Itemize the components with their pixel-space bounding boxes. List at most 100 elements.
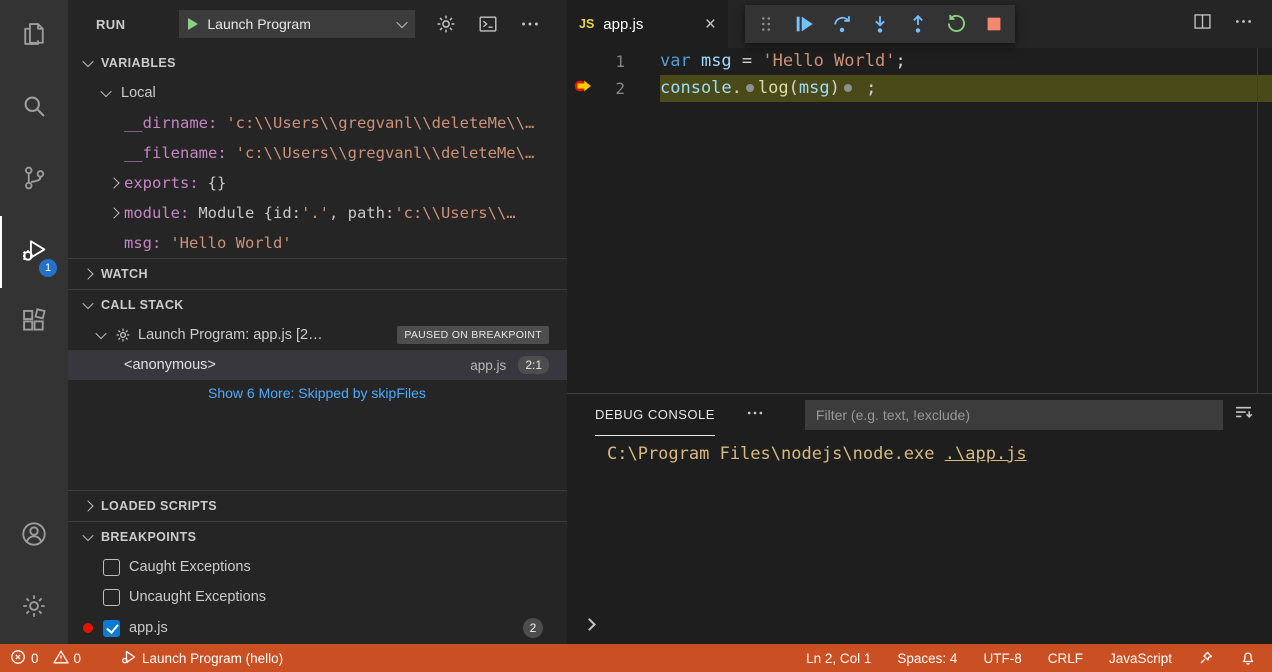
call-stack-session[interactable]: Launch Program: app.js [2… PAUSED ON BRE…	[68, 320, 567, 350]
chevron-down-icon	[95, 328, 106, 339]
notifications-bell-icon[interactable]	[1240, 650, 1256, 666]
breakpoint-uncaught-exceptions[interactable]: Uncaught Exceptions	[68, 582, 567, 612]
scope-label: Local	[121, 85, 156, 101]
section-breakpoints[interactable]: BREAKPOINTS	[68, 521, 567, 552]
code-editor[interactable]: 1 var msg = 'Hello World'; 2 console.log…	[567, 48, 1272, 102]
split-editor-icon[interactable]	[1192, 11, 1213, 37]
frame-file: app.js	[470, 358, 506, 373]
problems-errors[interactable]: 0	[10, 649, 39, 668]
debug-console-panel: DEBUG CONSOLE C:\Program Files\nodejs\no…	[567, 393, 1272, 644]
variable-value: 'c:\\Users\\gregvanl\\deleteMe\…	[236, 144, 535, 162]
watch-header-label: WATCH	[101, 267, 148, 281]
section-call-stack[interactable]: CALL STACK	[68, 289, 567, 320]
activity-extensions[interactable]	[0, 288, 68, 360]
variable-dirname[interactable]: __dirname: 'c:\\Users\\gregvanl\\deleteM…	[68, 108, 567, 138]
tab-debug-console[interactable]: DEBUG CONSOLE	[595, 394, 715, 436]
activity-accounts[interactable]	[0, 500, 68, 572]
chevron-down-icon	[82, 298, 93, 309]
chevron-down-icon	[397, 17, 408, 28]
editor-scrollbar[interactable]	[1257, 48, 1258, 393]
start-debugging-icon[interactable]	[188, 18, 198, 30]
panel-more-actions-icon[interactable]	[745, 403, 765, 428]
step-into-button[interactable]	[865, 8, 895, 40]
breakpoint-appjs[interactable]: app.js 2	[68, 612, 567, 644]
sidebar-title: RUN	[96, 17, 125, 32]
step-over-button[interactable]	[827, 8, 857, 40]
run-debug-sidebar: RUN Launch Program VARIABLES Local __dir…	[68, 0, 567, 644]
files-icon	[20, 20, 48, 53]
call-stack-frame-selected[interactable]: <anonymous> app.js 2:1	[68, 350, 567, 380]
stop-button[interactable]	[979, 8, 1009, 40]
more-actions-icon[interactable]	[1233, 11, 1254, 37]
language-mode[interactable]: JavaScript	[1109, 651, 1172, 666]
close-tab-icon[interactable]: ×	[705, 15, 716, 34]
filter-icon[interactable]	[1233, 402, 1254, 428]
variable-module[interactable]: module: Module {id: '.', path: 'c:\\User…	[68, 198, 567, 228]
loaded-scripts-header-label: LOADED SCRIPTS	[101, 499, 217, 513]
tab-label: app.js	[603, 16, 696, 33]
eol-sequence[interactable]: CRLF	[1048, 651, 1083, 666]
gear-icon	[20, 592, 48, 625]
appjs-breakpoint-checkbox[interactable]	[103, 620, 120, 637]
variable-msg[interactable]: msg: 'Hello World'	[68, 228, 567, 258]
activity-run-debug[interactable]: 1	[0, 216, 68, 288]
vscode-window: 1 RUN Launch Program VARIABL	[0, 0, 1272, 672]
account-icon	[20, 520, 48, 553]
uncaught-exceptions-checkbox[interactable]	[103, 589, 120, 606]
activity-settings[interactable]	[0, 572, 68, 644]
breakpoint-label: app.js	[129, 620, 168, 636]
search-icon	[20, 92, 48, 125]
show-more-frames-link[interactable]: Show 6 More: Skipped by skipFiles	[68, 380, 567, 406]
section-watch[interactable]: WATCH	[68, 258, 567, 289]
activity-source-control[interactable]	[0, 144, 68, 216]
launch-config-dropdown[interactable]: Launch Program	[179, 10, 415, 38]
code-line-2-current: 2 console.log(msg) ;	[567, 75, 1272, 102]
continue-button[interactable]	[789, 8, 819, 40]
breakpoint-dot-icon	[83, 623, 93, 633]
problems-warnings[interactable]: 0	[53, 649, 82, 668]
variable-filename[interactable]: __filename: 'c:\\Users\\gregvanl\\delete…	[68, 138, 567, 168]
gutter[interactable]	[567, 75, 599, 102]
section-variables[interactable]: VARIABLES	[68, 48, 567, 78]
caught-exceptions-checkbox[interactable]	[103, 559, 120, 576]
toolbar-drag-handle[interactable]	[751, 8, 781, 40]
activity-search[interactable]	[0, 72, 68, 144]
panel-header: DEBUG CONSOLE	[567, 394, 1272, 436]
indentation[interactable]: Spaces: 4	[897, 651, 957, 666]
debug-console-icon[interactable]	[477, 13, 499, 35]
paused-on-breakpoint-badge: PAUSED ON BREAKPOINT	[397, 326, 549, 344]
variable-value: 'Hello World'	[170, 234, 291, 252]
section-loaded-scripts[interactable]: LOADED SCRIPTS	[68, 490, 567, 521]
variable-name: exports:	[124, 174, 199, 192]
step-out-button[interactable]	[903, 8, 933, 40]
session-label: Launch Program: app.js [2…	[138, 327, 323, 343]
variable-value: {}	[208, 174, 227, 192]
more-actions-icon[interactable]	[519, 13, 541, 35]
cursor-position[interactable]: Ln 2, Col 1	[806, 651, 871, 666]
activity-explorer[interactable]	[0, 0, 68, 72]
tab-appjs[interactable]: JS app.js ×	[567, 0, 728, 48]
inline-breakpoint-dot[interactable]	[844, 84, 852, 92]
variable-exports[interactable]: exports: {}	[68, 168, 567, 198]
extensions-icon	[20, 308, 48, 341]
console-filter-input[interactable]	[805, 400, 1223, 430]
breakpoint-caught-exceptions[interactable]: Caught Exceptions	[68, 552, 567, 582]
status-bar: 0 0 Launch Program (hello) Ln 2, Col 1 S…	[0, 644, 1272, 672]
pin-icon[interactable]	[1198, 650, 1214, 666]
scope-local[interactable]: Local	[68, 78, 567, 108]
active-debug-session[interactable]: Launch Program (hello)	[121, 649, 283, 668]
frame-name: <anonymous>	[124, 357, 216, 373]
activity-bar-spacer	[0, 360, 68, 500]
chevron-down-icon	[82, 56, 93, 67]
inline-breakpoint-dot[interactable]	[746, 84, 754, 92]
frame-location-badge: 2:1	[518, 356, 549, 374]
configure-gear-icon[interactable]	[435, 13, 457, 35]
gutter[interactable]	[567, 48, 599, 75]
encoding[interactable]: UTF-8	[983, 651, 1021, 666]
console-repl-input[interactable]	[585, 614, 605, 634]
debug-status-icon	[121, 649, 137, 668]
console-file-link[interactable]: .\app.js	[945, 444, 1027, 464]
restart-button[interactable]	[941, 8, 971, 40]
variable-name: module:	[124, 204, 189, 222]
call-stack-header-label: CALL STACK	[101, 298, 184, 312]
